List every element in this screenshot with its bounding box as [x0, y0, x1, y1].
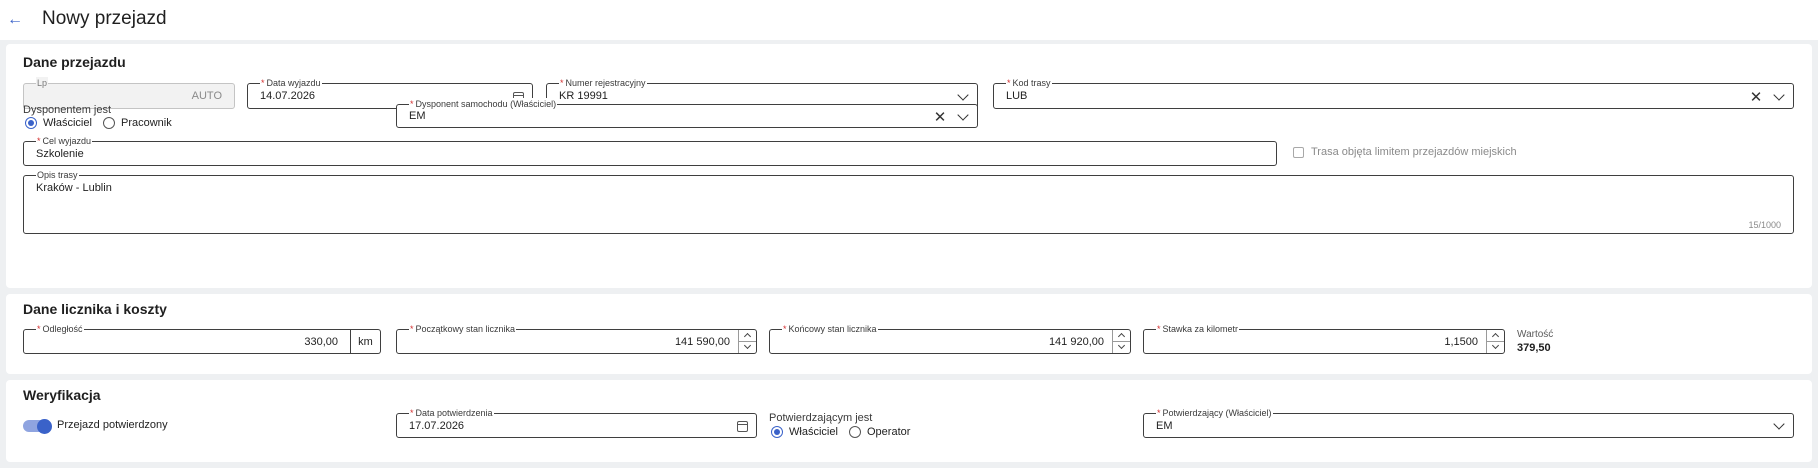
end-reading-value: 141 920,00: [1048, 335, 1104, 348]
chevron-down-icon[interactable]: [1773, 418, 1785, 432]
radio-employee-label: Pracownik: [121, 117, 172, 129]
meter-costs-section: Dane licznika i koszty * Odległość 330,00…: [6, 294, 1812, 374]
total-label: Wartość: [1517, 329, 1554, 340]
decrement-icon[interactable]: [739, 342, 756, 354]
toggle-knob: [37, 418, 52, 434]
decrement-icon[interactable]: [1487, 342, 1504, 354]
start-reading-field[interactable]: * Początkowy stan licznika 141 590,00: [396, 323, 757, 354]
start-reading-value: 141 590,00: [674, 335, 730, 348]
rate-stepper[interactable]: [1486, 330, 1504, 353]
purpose-value: Szkolenie: [36, 147, 84, 160]
confirmer-type-label: Potwierdzającym jest: [769, 412, 873, 424]
end-reading-stepper[interactable]: [1112, 330, 1130, 353]
radio-confirmer-owner-label: Właściciel: [789, 426, 838, 438]
radio-owner-label: Właściciel: [43, 117, 92, 129]
lp-value: AUTO: [191, 90, 222, 102]
radio-employee[interactable]: [103, 117, 115, 129]
section-title: Dane przejazdu: [23, 54, 126, 70]
confirmation-date-value: 17.07.2026: [409, 419, 465, 432]
purpose-field[interactable]: * Cel wyjazdu Szkolenie: [23, 135, 1277, 166]
end-reading-field[interactable]: * Końcowy stan licznika 141 920,00: [769, 323, 1131, 354]
route-description-textarea[interactable]: Opis trasy Kraków - Lublin 15/1000: [23, 169, 1794, 234]
route-description-label: Opis trasy: [36, 169, 79, 181]
rate-field[interactable]: * Stawka za kilometr 1,1500: [1143, 323, 1505, 354]
page-title: Nowy przejazd: [42, 8, 167, 29]
radio-owner[interactable]: [25, 117, 37, 129]
distance-label: Odległość: [42, 324, 83, 334]
increment-icon[interactable]: [1113, 330, 1130, 342]
city-limit-label: Trasa objęta limitem przejazdów miejskic…: [1311, 146, 1517, 158]
clear-icon[interactable]: ✕: [1749, 90, 1763, 105]
car-dispatcher-value: EM: [409, 110, 426, 122]
confirmed-label: Przejazd potwierdzony: [57, 419, 168, 431]
rate-value: 1,1500: [1444, 335, 1478, 348]
route-code-select[interactable]: * Kod trasy LUB ✕: [993, 77, 1794, 109]
lp-label: Lp: [36, 77, 49, 89]
radio-confirmer-owner[interactable]: [771, 426, 783, 438]
car-dispatcher-select[interactable]: * Dysponent samochodu (Właściciel) EM ✕: [396, 98, 978, 128]
confirmer-value: EM: [1156, 419, 1173, 432]
chevron-down-icon[interactable]: [1773, 89, 1785, 103]
top-bar: ← Nowy przejazd: [0, 0, 1818, 40]
departure-date-value: 14.07.2026: [260, 90, 316, 102]
distance-value: 330,00: [304, 335, 338, 348]
route-code-value: LUB: [1006, 90, 1028, 102]
radio-confirmer-operator[interactable]: [849, 426, 861, 438]
city-limit-checkbox[interactable]: [1293, 147, 1304, 158]
car-dispatcher-label: Dysponent samochodu (Właściciel): [415, 99, 557, 109]
end-reading-label: Końcowy stan licznika: [788, 324, 877, 334]
distance-field[interactable]: * Odległość 330,00: [23, 323, 351, 354]
start-reading-label: Początkowy stan licznika: [415, 324, 516, 334]
character-counter: 15/1000: [1748, 220, 1781, 230]
section-title: Weryfikacja: [23, 387, 101, 403]
section-title: Dane licznika i koszty: [23, 301, 167, 317]
chevron-down-icon[interactable]: [957, 89, 969, 103]
radio-confirmer-operator-label: Operator: [867, 426, 911, 438]
confirmer-select[interactable]: * Potwierdzający (Właściciel) EM: [1143, 407, 1794, 438]
back-arrow-icon[interactable]: ←: [4, 9, 26, 31]
rate-label: Stawka za kilometr: [1162, 324, 1239, 334]
increment-icon[interactable]: [1487, 330, 1504, 342]
clear-icon[interactable]: ✕: [933, 110, 947, 125]
confirmation-date-field[interactable]: * Data potwierdzenia 17.07.2026: [396, 407, 757, 438]
chevron-down-icon[interactable]: [957, 109, 969, 123]
start-reading-stepper[interactable]: [738, 330, 756, 353]
total-value: 379,50: [1517, 342, 1551, 354]
decrement-icon[interactable]: [1113, 342, 1130, 354]
route-description-value: Kraków - Lublin: [36, 182, 112, 194]
verification-section: Weryfikacja Przejazd potwierdzony * Data …: [6, 380, 1812, 462]
distance-unit: km: [351, 329, 381, 354]
increment-icon[interactable]: [739, 330, 756, 342]
trip-data-section: Dane przejazdu Lp AUTO * Data wyjazdu 14.…: [6, 44, 1812, 288]
confirmed-toggle[interactable]: [23, 418, 52, 434]
confirmer-label: Potwierdzający (Właściciel): [1162, 408, 1272, 418]
dispatcher-type-label: Dysponentem jest: [23, 104, 112, 116]
calendar-icon[interactable]: [736, 420, 748, 432]
